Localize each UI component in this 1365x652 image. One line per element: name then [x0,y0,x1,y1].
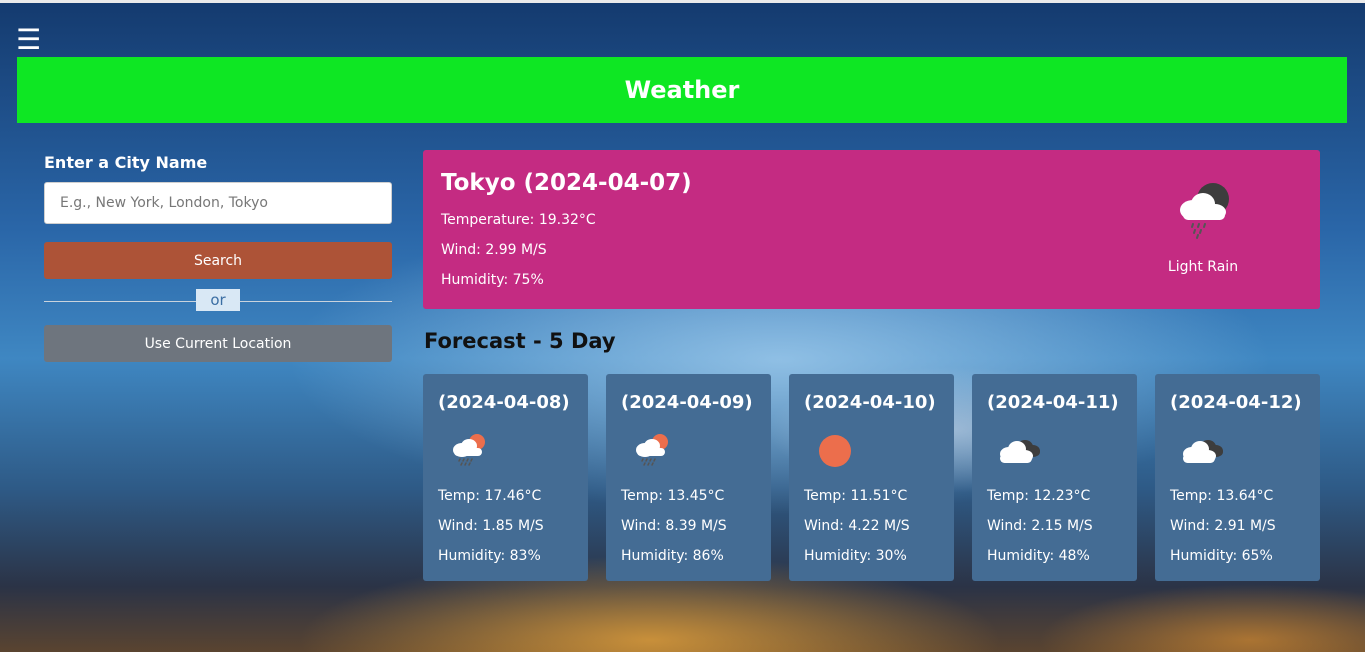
current-temperature: Temperature: 19.32°C [441,212,596,228]
forecast-date: (2024-04-11) [987,392,1119,413]
forecast-wind: Wind: 4.22 M/S [804,518,910,534]
forecast-wind: Wind: 1.85 M/S [438,518,544,534]
forecast-card-day-4: (2024-04-11) Temp: 12.23°C Wind: 2.15 M/… [972,374,1137,581]
use-current-location-button[interactable]: Use Current Location [44,325,392,362]
forecast-humidity: Humidity: 65% [1170,548,1273,564]
forecast-wind: Wind: 2.15 M/S [987,518,1093,534]
forecast-temp: Temp: 13.45°C [621,488,725,504]
current-humidity: Humidity: 75% [441,272,544,288]
forecast-humidity: Humidity: 83% [438,548,541,564]
rain-cloud-sun-icon [453,434,485,466]
forecast-wind: Wind: 8.39 M/S [621,518,727,534]
rain-cloud-night-icon [1180,183,1229,239]
forecast-card-day-2: (2024-04-09) Temp: 13.45°C Wind: 8.39 M/… [606,374,771,581]
forecast-humidity: Humidity: 48% [987,548,1090,564]
forecast-temp: Temp: 17.46°C [438,488,542,504]
current-weather-card: Tokyo (2024-04-07) Temperature: 19.32°C … [423,150,1320,309]
forecast-humidity: Humidity: 86% [621,548,724,564]
forecast-temp: Temp: 12.23°C [987,488,1091,504]
top-border [0,0,1365,3]
forecast-date: (2024-04-12) [1170,392,1302,413]
forecast-humidity: Humidity: 30% [804,548,907,564]
rain-cloud-sun-icon [636,434,668,466]
current-description: Light Rain [1167,259,1239,275]
broken-clouds-icon [1000,440,1040,463]
hamburger-icon[interactable]: ☰ [16,26,42,54]
forecast-date: (2024-04-09) [621,392,753,413]
city-search-label: Enter a City Name [44,153,208,172]
forecast-temp: Temp: 13.64°C [1170,488,1274,504]
forecast-card-day-3: (2024-04-10) Temp: 11.51°C Wind: 4.22 M/… [789,374,954,581]
broken-clouds-icon [1183,440,1223,463]
divider-or-label: or [196,289,240,311]
current-city-date: Tokyo (2024-04-07) [441,170,692,196]
search-button[interactable]: Search [44,242,392,279]
app-title: Weather [624,76,740,104]
forecast-card-day-5: (2024-04-12) Temp: 13.64°C Wind: 2.91 M/… [1155,374,1320,581]
city-search-input[interactable] [44,182,392,224]
sun-icon [819,435,851,467]
forecast-date: (2024-04-08) [438,392,570,413]
forecast-wind: Wind: 2.91 M/S [1170,518,1276,534]
current-wind: Wind: 2.99 M/S [441,242,547,258]
forecast-temp: Temp: 11.51°C [804,488,908,504]
forecast-heading: Forecast - 5 Day [424,329,616,353]
app-header: Weather [17,57,1347,123]
forecast-card-day-1: (2024-04-08) Temp: 17.46°C Wind: 1.85 M/… [423,374,588,581]
forecast-date: (2024-04-10) [804,392,936,413]
